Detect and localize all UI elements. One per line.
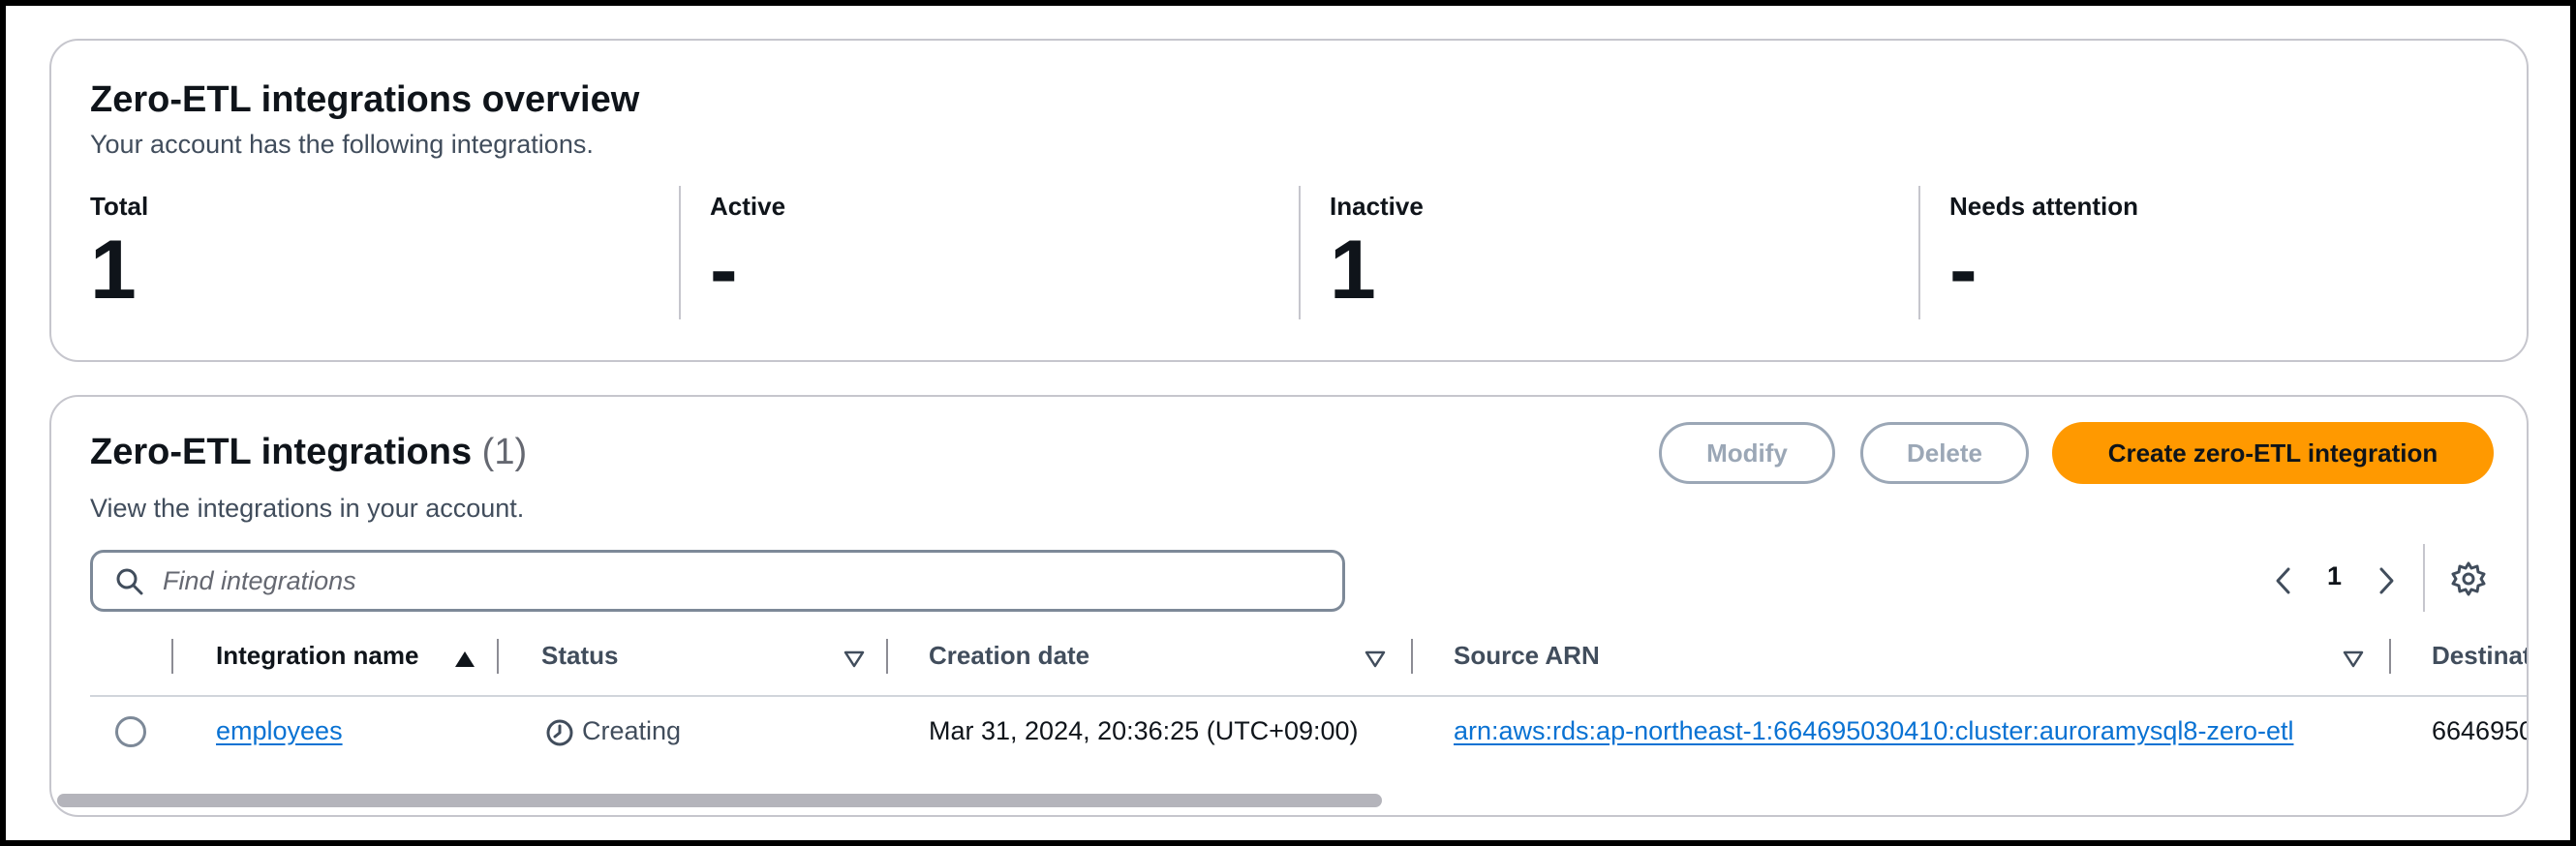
search-icon: [116, 568, 143, 595]
source-arn-link[interactable]: arn:aws:rds:ap-northeast-1:664695030410:…: [1454, 716, 2293, 746]
chevron-right-icon[interactable]: [2370, 565, 2401, 596]
column-header-destination[interactable]: Destinat: [2432, 641, 2527, 671]
overview-title: Zero-ETL integrations overview: [90, 79, 640, 120]
stat-value: 1: [1330, 224, 1376, 317]
page-number[interactable]: 1: [2327, 561, 2342, 591]
search-input[interactable]: [163, 553, 1325, 609]
stat-value: -: [1949, 224, 1978, 317]
integration-name-link[interactable]: employees: [216, 716, 343, 746]
creation-date-cell: Mar 31, 2024, 20:36:25 (UTC+09:00): [929, 716, 1359, 745]
stat-label: Needs attention: [1949, 192, 2139, 221]
column-divider: [497, 639, 499, 674]
destination-cell: 6646950: [2432, 716, 2529, 745]
column-header-integration-name[interactable]: Integration name: [216, 641, 418, 671]
page-frame: Zero-ETL integrations overview Your acco…: [6, 6, 2570, 840]
sort-descending-icon[interactable]: [1365, 650, 1386, 668]
overview-subtitle: Your account has the following integrati…: [90, 130, 594, 159]
column-divider: [171, 639, 173, 674]
sort-descending-icon[interactable]: [2343, 650, 2364, 668]
stat-label: Active: [710, 192, 786, 221]
settings-gear-icon[interactable]: [2449, 559, 2488, 598]
integrations-count: (1): [481, 432, 528, 472]
clock-icon: [546, 719, 573, 746]
column-header-source-arn[interactable]: Source ARN: [1454, 641, 1600, 671]
stat-label: Inactive: [1330, 192, 1424, 221]
row-select-radio[interactable]: [115, 716, 146, 747]
scrollbar-thumb[interactable]: [57, 794, 1382, 807]
column-header-status[interactable]: Status: [541, 641, 618, 671]
integrations-card: Zero-ETL integrations (1) View the integ…: [49, 395, 2529, 817]
status-text: Creating: [582, 716, 682, 745]
column-divider: [886, 639, 888, 674]
stat-divider: [1918, 186, 1920, 319]
stat-divider: [679, 186, 681, 319]
integrations-subtitle: View the integrations in your account.: [90, 494, 525, 523]
stat-divider: [1299, 186, 1301, 319]
modify-button[interactable]: Modify: [1659, 422, 1835, 484]
chevron-left-icon[interactable]: [2269, 565, 2300, 596]
integrations-title-text: Zero-ETL integrations: [90, 432, 473, 472]
table-header-divider: [90, 695, 2527, 697]
column-divider: [2389, 639, 2391, 674]
stat-label: Total: [90, 192, 149, 221]
column-divider: [1411, 639, 1413, 674]
overview-card: Zero-ETL integrations overview Your acco…: [49, 39, 2529, 362]
sort-descending-icon[interactable]: [843, 650, 865, 668]
sort-ascending-icon[interactable]: [454, 650, 475, 668]
search-box[interactable]: [90, 550, 1345, 612]
column-header-creation-date[interactable]: Creation date: [929, 641, 1089, 671]
integrations-title: Zero-ETL integrations (1): [90, 432, 527, 473]
create-integration-button[interactable]: Create zero-ETL integration: [2052, 422, 2494, 484]
stat-value: 1: [90, 224, 137, 317]
delete-button[interactable]: Delete: [1860, 422, 2029, 484]
pagination-divider: [2423, 544, 2425, 612]
stat-value: -: [710, 224, 738, 317]
